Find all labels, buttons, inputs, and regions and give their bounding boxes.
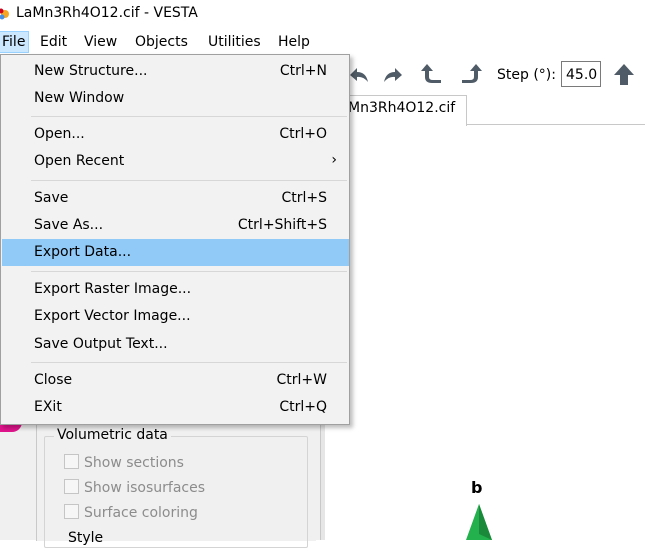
step-input[interactable]: 45.0 [561,61,601,87]
show-sections-option[interactable]: Show sections [64,454,184,474]
shortcut-label: Ctrl+Shift+S [237,217,327,233]
menu-item-label: Save As... [34,217,104,233]
menu-item-export-data[interactable]: Export Data... [2,239,349,266]
tab-bar-line [466,124,645,125]
checkbox-icon[interactable] [64,504,79,519]
menu-item-open-recent[interactable]: Open Recent › [2,148,349,175]
surface-coloring-label: Surface coloring [84,505,198,521]
menu-item-export-vector[interactable]: Export Vector Image... [2,303,349,330]
shortcut-label: Ctrl+W [276,372,327,388]
shortcut-label: Ctrl+N [279,63,327,79]
axis-b-label: b [471,478,483,497]
surface-coloring-option[interactable]: Surface coloring [64,504,198,524]
menu-separator [31,362,347,363]
menu-item-save-as[interactable]: Save As... Ctrl+Shift+S [2,212,349,239]
step-label: Step (°): [497,67,556,83]
menu-objects[interactable]: Objects [135,32,188,52]
menu-item-export-raster[interactable]: Export Raster Image... [2,276,349,303]
menu-item-label: Close [34,372,73,388]
menu-edit[interactable]: Edit [40,32,67,52]
menu-item-label: Open... [34,126,85,142]
show-isosurfaces-option[interactable]: Show isosurfaces [64,479,205,499]
menu-item-label: Export Data... [34,244,132,260]
menu-item-open[interactable]: Open... Ctrl+O [2,121,349,148]
submenu-arrow-icon: › [331,152,337,168]
shortcut-label: Ctrl+O [279,126,327,142]
shortcut-label: Ctrl+Q [279,399,327,415]
menu-item-new-structure[interactable]: New Structure... Ctrl+N [2,58,349,85]
structure-tab-label: Mn3Rh4O12.cif [348,100,456,116]
menu-item-label: New Structure... [34,63,148,79]
menu-item-label: Save Output Text... [34,336,168,352]
volumetric-title: Volumetric data [54,427,171,443]
checkbox-icon[interactable] [64,454,79,469]
menu-bar: File Edit View Objects Utilities Help [0,30,645,54]
menu-item-label: Export Raster Image... [34,281,192,297]
menu-separator [31,116,347,117]
menu-item-label: Save [34,190,69,206]
menu-item-label: EXit [34,399,62,415]
redo-icon[interactable] [382,64,404,86]
rotate-left-icon[interactable] [421,62,443,84]
undo-icon[interactable] [348,64,370,86]
menu-view[interactable]: View [84,32,117,52]
checkbox-icon[interactable] [64,479,79,494]
vesta-app-icon [0,8,9,20]
show-isosurfaces-label: Show isosurfaces [84,480,206,496]
structure-viewport[interactable] [325,126,645,540]
file-menu-dropdown: New Structure... Ctrl+N New Window Open.… [0,54,350,425]
menu-item-label: Export Vector Image... [34,308,191,324]
menu-help[interactable]: Help [278,32,310,52]
menu-item-new-window[interactable]: New Window [2,85,349,112]
menu-utilities[interactable]: Utilities [208,32,261,52]
menu-file[interactable]: File [0,31,30,53]
axis-b-arrow-icon [466,504,492,540]
shortcut-label: Ctrl+S [281,190,327,206]
menu-separator [31,271,347,272]
menu-item-close[interactable]: Close Ctrl+W [2,367,349,394]
menu-separator [31,180,347,181]
menu-item-label: Open Recent [34,153,125,169]
menu-item-save-output-text[interactable]: Save Output Text... [2,331,349,358]
title-bar: LaMn3Rh4O12.cif - VESTA [0,0,645,30]
step-up-arrow-icon[interactable] [613,63,635,87]
show-sections-label: Show sections [84,455,184,471]
menu-item-label: New Window [34,90,125,106]
rotate-right-icon[interactable] [460,62,482,84]
menu-item-save[interactable]: Save Ctrl+S [2,185,349,212]
menu-item-exit[interactable]: EXit Ctrl+Q [2,394,349,421]
style-label: Style [68,530,104,546]
window-title: LaMn3Rh4O12.cif - VESTA [16,5,198,21]
